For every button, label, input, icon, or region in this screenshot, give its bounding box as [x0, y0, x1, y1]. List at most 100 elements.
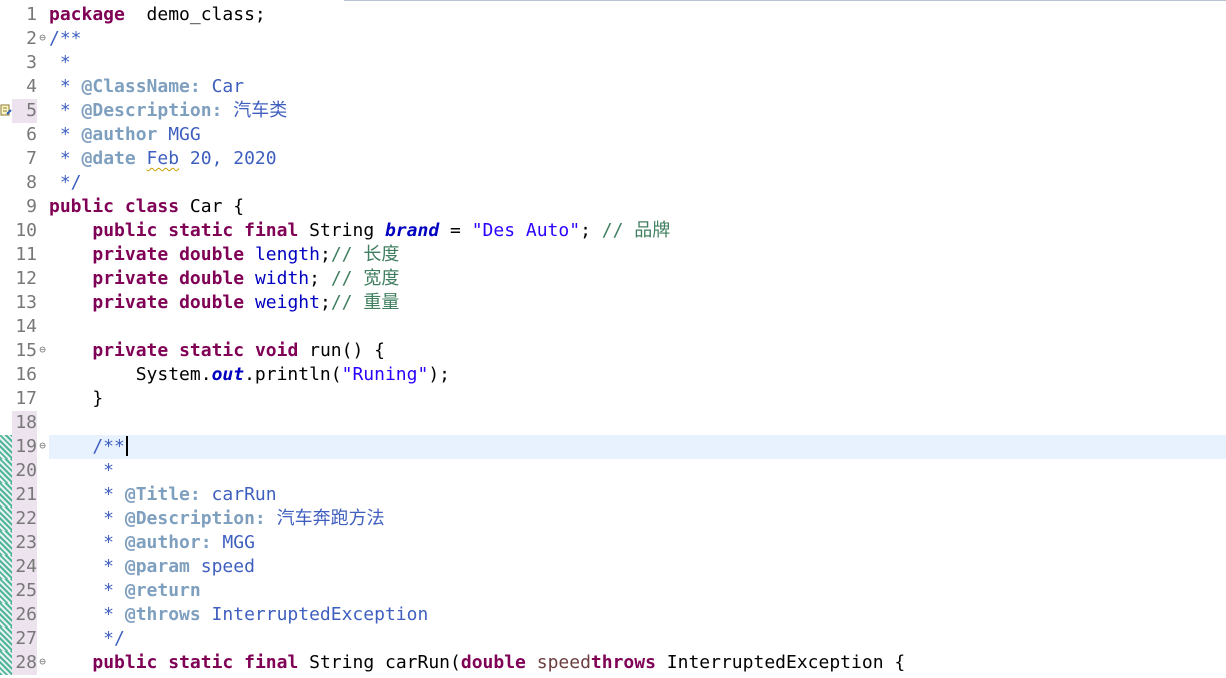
- line-gutter[interactable]: 13: [0, 291, 49, 315]
- code-line[interactable]: 9 public class Car {: [0, 195, 1226, 219]
- code-line[interactable]: 22 * @Description: 汽车奔跑方法: [0, 507, 1226, 531]
- code-text[interactable]: *: [49, 51, 71, 75]
- code-line[interactable]: 23 * @author: MGG: [0, 531, 1226, 555]
- line-gutter[interactable]: 8: [0, 171, 49, 195]
- line-gutter[interactable]: 18: [0, 411, 49, 435]
- code-line[interactable]: 5 * @Description: 汽车类: [0, 99, 1226, 123]
- code-line[interactable]: 7 * @date Feb 20, 2020: [0, 147, 1226, 171]
- code-text[interactable]: *: [49, 459, 114, 483]
- code-line[interactable]: 16 System.out.println("Runing");: [0, 363, 1226, 387]
- line-gutter[interactable]: 12: [0, 267, 49, 291]
- fold-toggle-icon[interactable]: ⊖: [37, 435, 48, 457]
- code-text[interactable]: private static void run() {: [49, 339, 385, 363]
- line-number: 28: [15, 652, 37, 673]
- line-gutter[interactable]: 3: [0, 51, 49, 75]
- code-text[interactable]: */: [49, 627, 125, 651]
- code-text[interactable]: * @author MGG: [49, 123, 201, 147]
- code-line[interactable]: 10 public static final String brand = "D…: [0, 219, 1226, 243]
- code-text[interactable]: /**: [49, 27, 82, 51]
- code-line[interactable]: 12 private double width; // 宽度: [0, 267, 1226, 291]
- line-gutter[interactable]: 5: [0, 99, 49, 123]
- code-line[interactable]: 15 ⊖ private static void run() {: [0, 339, 1226, 363]
- line-gutter[interactable]: 22: [0, 507, 49, 531]
- line-gutter[interactable]: 26: [0, 603, 49, 627]
- code-token: throws: [590, 652, 656, 673]
- fold-toggle-icon[interactable]: ⊖: [37, 651, 48, 673]
- code-token: private: [92, 244, 169, 265]
- code-text[interactable]: */: [49, 171, 82, 195]
- code-text[interactable]: System.out.println("Runing");: [49, 363, 450, 387]
- code-line[interactable]: 8 */: [0, 171, 1226, 195]
- code-text[interactable]: * @param speed: [49, 555, 255, 579]
- line-gutter[interactable]: 16: [0, 363, 49, 387]
- line-gutter[interactable]: 24: [0, 555, 49, 579]
- line-gutter[interactable]: 9: [0, 195, 49, 219]
- code-text[interactable]: public class Car {: [49, 195, 244, 219]
- line-gutter[interactable]: 7: [0, 147, 49, 171]
- code-token: @author: [81, 124, 158, 145]
- code-line[interactable]: 28 ⊖ public static final String carRun(do…: [0, 651, 1226, 675]
- line-gutter[interactable]: 4: [0, 75, 49, 99]
- code-text[interactable]: }: [49, 387, 103, 411]
- code-token: @Description:: [81, 100, 223, 121]
- code-text[interactable]: * @Description: 汽车奔跑方法: [49, 507, 384, 531]
- code-line[interactable]: 1 package demo_class;: [0, 3, 1226, 27]
- line-gutter[interactable]: 2 ⊖: [0, 27, 49, 51]
- code-line[interactable]: 25 * @return: [0, 579, 1226, 603]
- annotation-marker-icon[interactable]: [0, 103, 12, 119]
- line-gutter[interactable]: 19 ⊖: [0, 435, 49, 459]
- line-gutter[interactable]: 21: [0, 483, 49, 507]
- code-text[interactable]: private double width; // 宽度: [49, 267, 399, 291]
- code-text[interactable]: * @author: MGG: [49, 531, 255, 555]
- code-line[interactable]: 18: [0, 411, 1226, 435]
- code-line[interactable]: 13 private double weight;// 重量: [0, 291, 1226, 315]
- code-line[interactable]: 27 */: [0, 627, 1226, 651]
- code-line[interactable]: 19 ⊖ /**: [0, 435, 1226, 459]
- code-text[interactable]: * @date Feb 20, 2020: [49, 147, 277, 171]
- code-line[interactable]: 14: [0, 315, 1226, 339]
- code-text[interactable]: private double length;// 长度: [49, 243, 399, 267]
- line-gutter[interactable]: 20: [0, 459, 49, 483]
- line-number: 10: [15, 220, 37, 241]
- line-gutter[interactable]: 23: [0, 531, 49, 555]
- code-text[interactable]: * @throws InterruptedException: [49, 603, 428, 627]
- line-gutter[interactable]: 11: [0, 243, 49, 267]
- code-text[interactable]: * @Description: 汽车类: [49, 99, 287, 123]
- line-gutter[interactable]: 25: [0, 579, 49, 603]
- code-line[interactable]: 11 private double length;// 长度: [0, 243, 1226, 267]
- line-gutter[interactable]: 6: [0, 123, 49, 147]
- code-text[interactable]: public static final String brand = "Des …: [49, 219, 670, 243]
- code-line[interactable]: 24 * @param speed: [0, 555, 1226, 579]
- line-number: 4: [26, 76, 37, 97]
- code-text[interactable]: * @Title: carRun: [49, 483, 277, 507]
- code-text[interactable]: private double weight;// 重量: [49, 291, 399, 315]
- code-line[interactable]: 2 ⊖/**: [0, 27, 1226, 51]
- code-line[interactable]: 17 }: [0, 387, 1226, 411]
- line-gutter[interactable]: 10: [0, 219, 49, 243]
- code-line[interactable]: 3 *: [0, 51, 1226, 75]
- fold-toggle-icon[interactable]: ⊖: [37, 27, 48, 49]
- code-token: carRun: [200, 484, 277, 505]
- code-token: width: [254, 268, 310, 289]
- line-gutter[interactable]: 27: [0, 627, 49, 651]
- code-text[interactable]: /**: [49, 435, 128, 459]
- line-gutter[interactable]: 28 ⊖: [0, 651, 49, 675]
- code-text[interactable]: * @ClassName: Car: [49, 75, 244, 99]
- code-text[interactable]: public static final String carRun(double…: [49, 651, 905, 675]
- code-line[interactable]: 26 * @throws InterruptedException: [0, 603, 1226, 627]
- line-gutter[interactable]: 17: [0, 387, 49, 411]
- code-line[interactable]: 20 *: [0, 459, 1226, 483]
- line-gutter[interactable]: 15 ⊖: [0, 339, 49, 363]
- code-token: private: [92, 268, 169, 289]
- code-text[interactable]: * @return: [49, 579, 201, 603]
- code-text[interactable]: package demo_class;: [49, 3, 266, 27]
- line-gutter[interactable]: 1: [0, 3, 49, 27]
- code-line[interactable]: 4 * @ClassName: Car: [0, 75, 1226, 99]
- code-line[interactable]: 21 * @Title: carRun: [0, 483, 1226, 507]
- fold-toggle-icon[interactable]: ⊖: [37, 339, 48, 361]
- line-gutter[interactable]: 14: [0, 315, 49, 339]
- code-line[interactable]: 6 * @author MGG: [0, 123, 1226, 147]
- code-editor[interactable]: 1 package demo_class; 2 ⊖/** 3 * 4 * @ClassNa…: [0, 3, 1226, 675]
